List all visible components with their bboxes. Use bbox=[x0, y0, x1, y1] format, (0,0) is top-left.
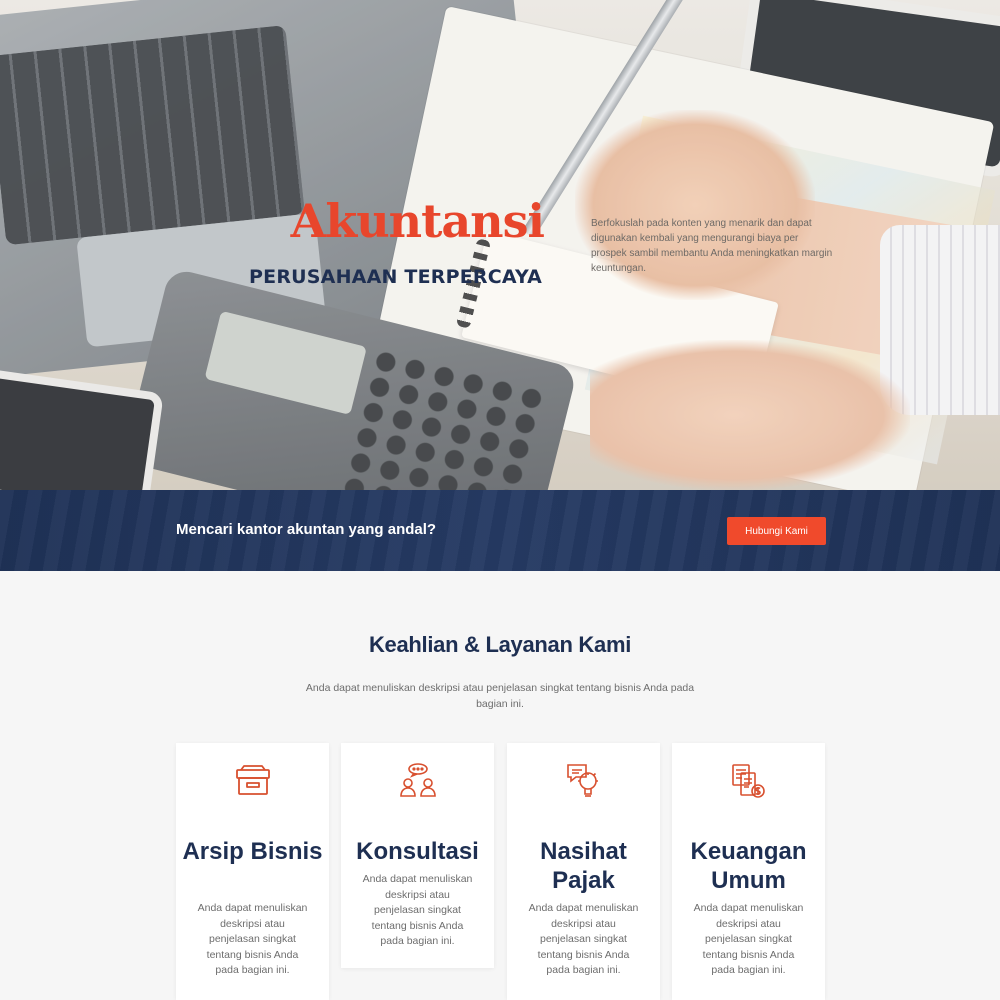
service-card-konsultasi[interactable]: Konsultasi Anda dapat menuliskan deskrip… bbox=[341, 743, 494, 968]
service-text: Anda dapat menuliskan deskripsi atau pen… bbox=[528, 902, 639, 976]
contact-button[interactable]: Hubungi Kami bbox=[727, 517, 826, 545]
service-card-keuangan-umum[interactable]: Keuangan Umum Anda dapat menuliskan desk… bbox=[672, 743, 825, 1000]
service-title: Konsultasi bbox=[356, 838, 479, 865]
service-title: Keuangan Umum bbox=[690, 838, 807, 894]
services-description: Anda dapat menuliskan deskripsi atau pen… bbox=[305, 682, 695, 710]
hero-title: Akuntansi bbox=[290, 194, 545, 248]
consultation-icon bbox=[341, 761, 494, 801]
service-card-arsip-bisnis[interactable]: Arsip Bisnis Anda dapat menuliskan deskr… bbox=[176, 743, 329, 1000]
service-title: Arsip Bisnis bbox=[182, 838, 323, 865]
service-title: Nasihat Pajak bbox=[540, 838, 627, 894]
cta-band bbox=[0, 490, 1000, 571]
cta-text: Mencari kantor akuntan yang andal? bbox=[176, 521, 437, 538]
service-card-nasihat-pajak[interactable]: Nasihat Pajak Anda dapat menuliskan desk… bbox=[507, 743, 660, 1000]
service-text: Anda dapat menuliskan deskripsi atau pen… bbox=[197, 902, 308, 976]
hero-subtitle: PERUSAHAAN TERPERCAYA bbox=[249, 266, 542, 288]
archive-box-icon bbox=[176, 761, 329, 801]
hero-description: Berfokuslah pada konten yang menarik dan… bbox=[591, 218, 833, 274]
lightbulb-chat-icon bbox=[507, 761, 660, 801]
finance-document-icon bbox=[672, 761, 825, 801]
service-text: Anda dapat menuliskan deskripsi atau pen… bbox=[362, 873, 473, 947]
services-title: Keahlian & Layanan Kami bbox=[368, 632, 632, 657]
service-text: Anda dapat menuliskan deskripsi atau pen… bbox=[693, 902, 804, 976]
